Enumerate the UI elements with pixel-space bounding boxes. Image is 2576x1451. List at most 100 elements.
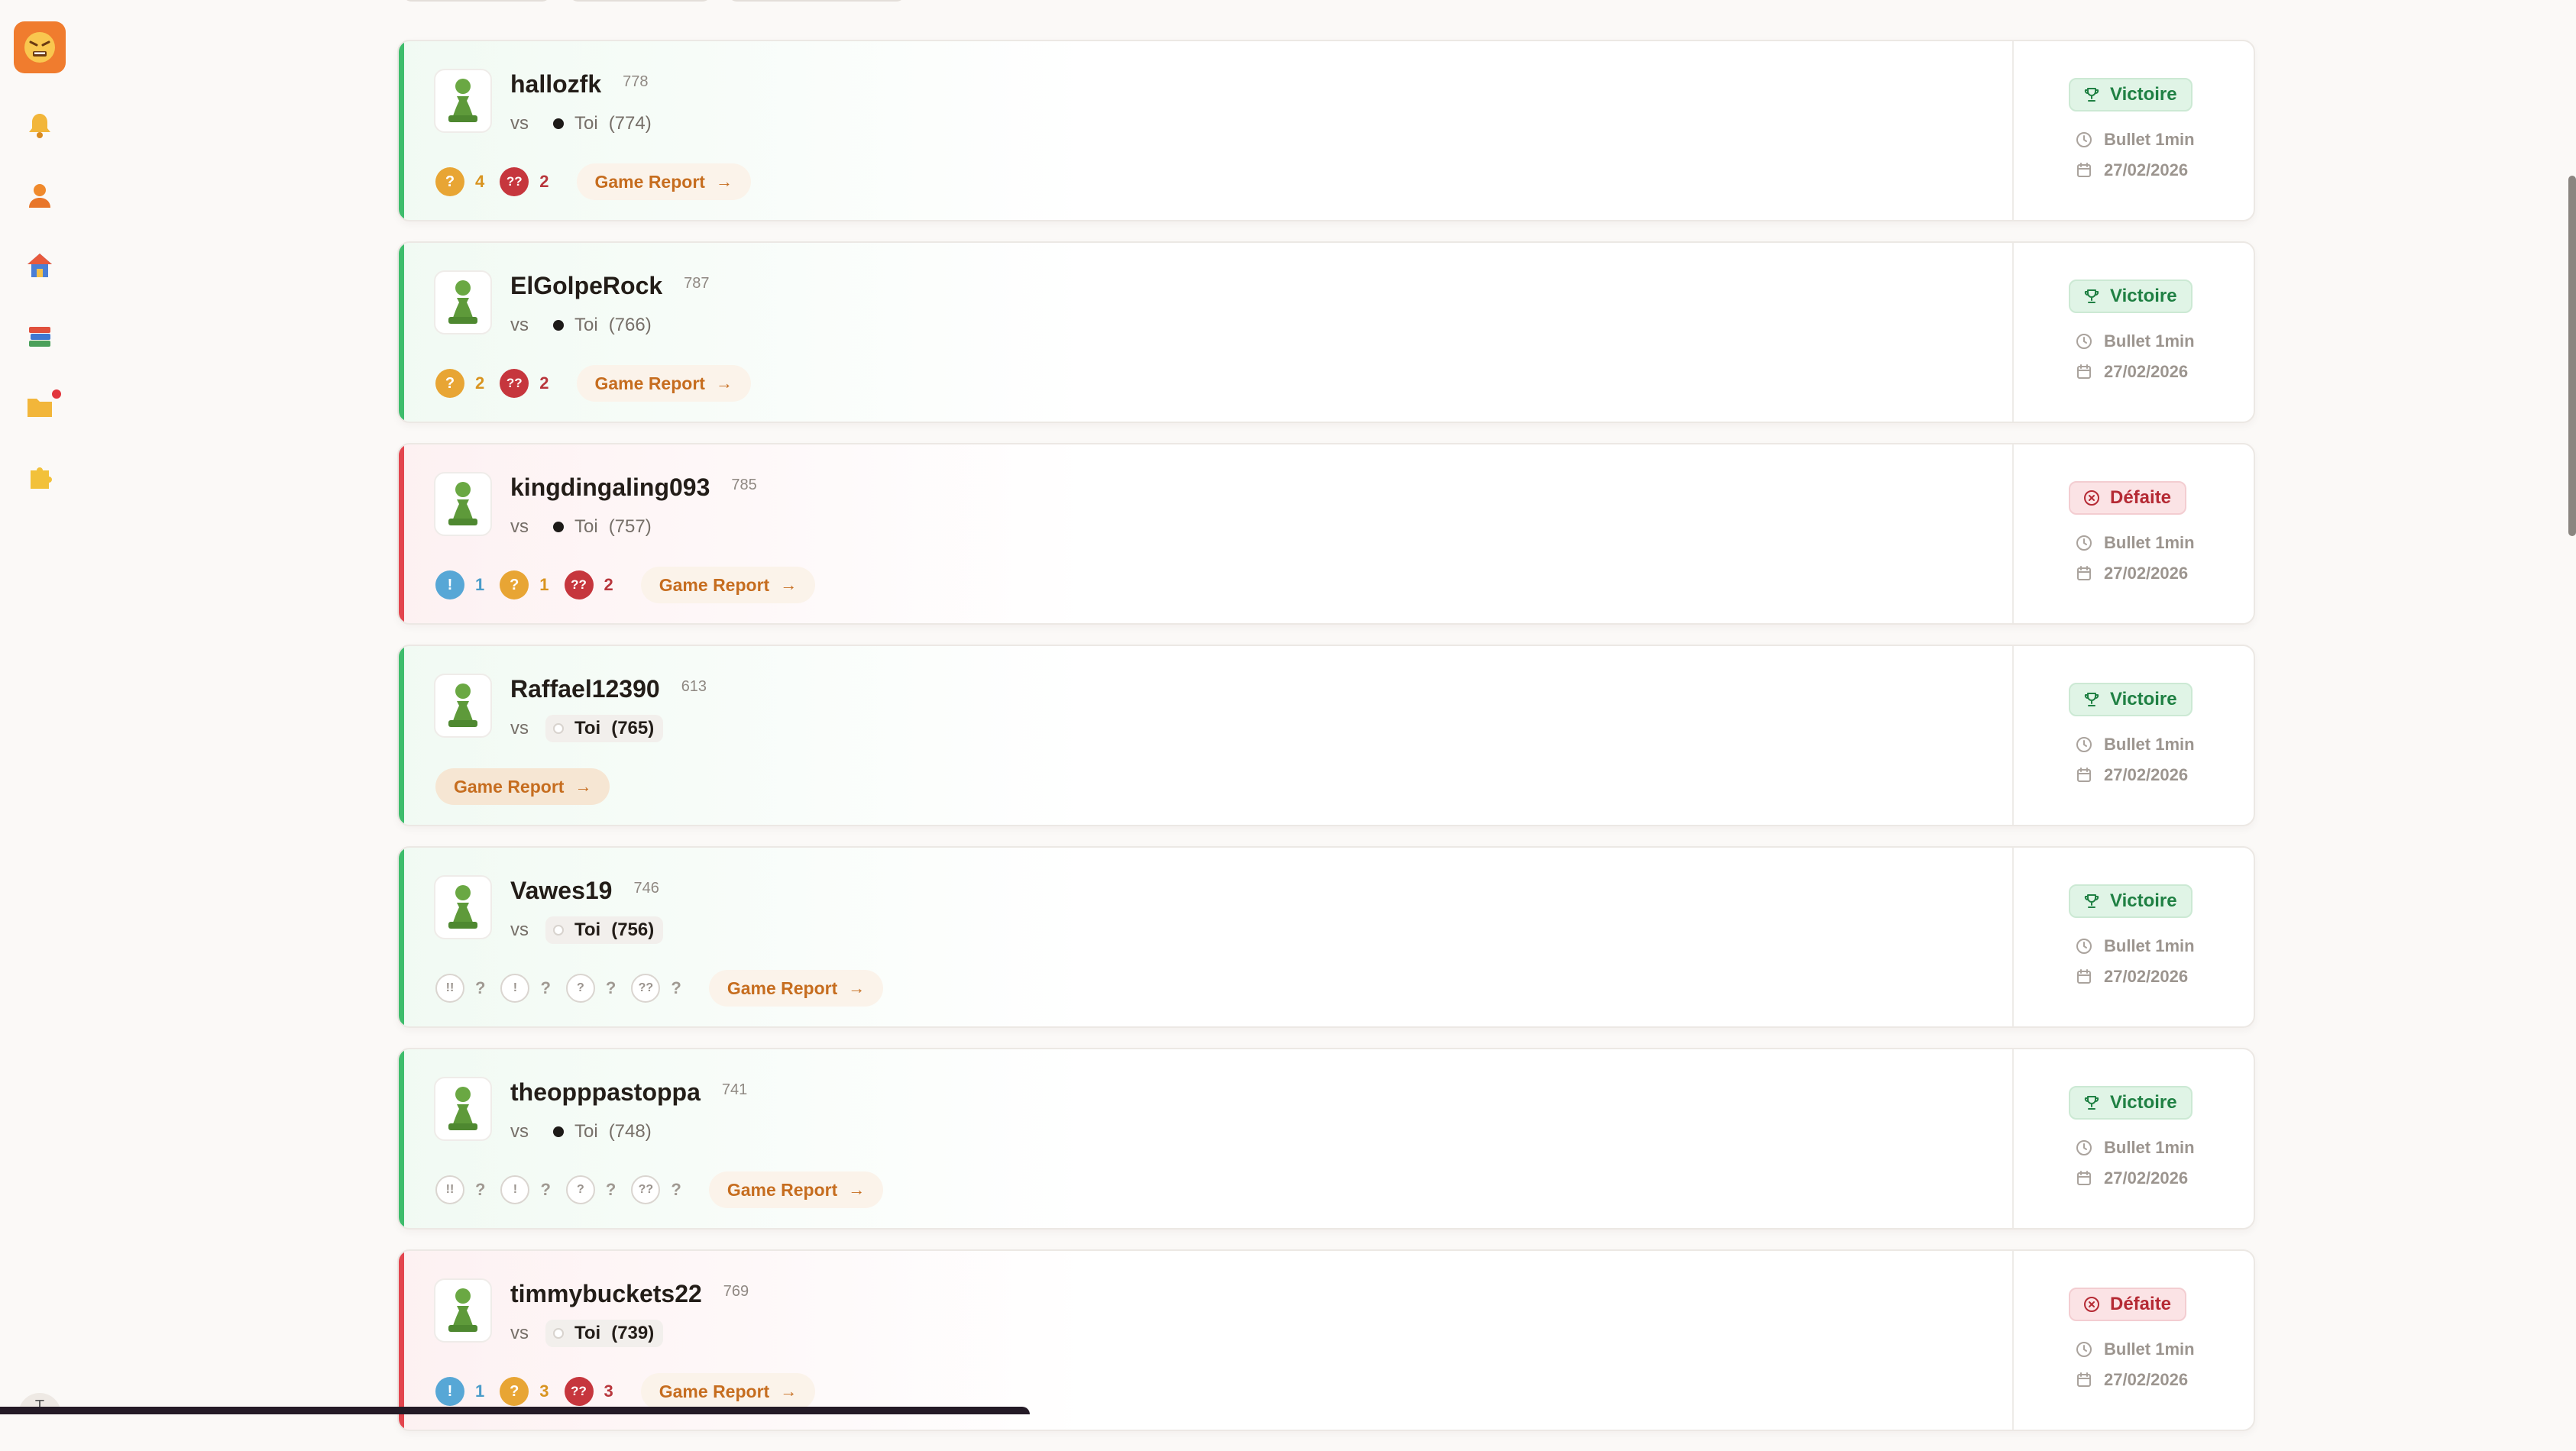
- notification-dot: [50, 388, 63, 400]
- result-label: Victoire: [2110, 84, 2177, 105]
- opponent-name[interactable]: timmybuckets22: [510, 1280, 702, 1307]
- result-label: Victoire: [2110, 286, 2177, 307]
- calendar-icon: [2075, 766, 2093, 784]
- opponent-name-row: hallozfk778: [510, 70, 649, 99]
- app-logo-icon[interactable]: [14, 21, 66, 73]
- move-quality-badge: ?: [566, 974, 595, 1003]
- player-line: vsToi(766): [510, 312, 661, 339]
- move-stats-row: Game Report→: [435, 768, 610, 805]
- move-quality-badge: ??: [631, 1175, 660, 1204]
- time-control: Bullet 1min: [2075, 533, 2195, 553]
- opponent-avatar: [434, 270, 492, 334]
- move-quality-badge: !: [435, 570, 464, 599]
- move-quality-count: ?: [671, 978, 681, 998]
- puzzle-icon[interactable]: [21, 458, 58, 495]
- move-stat-blunder: ??3: [565, 1377, 613, 1406]
- you-chip: Toi(739): [545, 1320, 663, 1347]
- game-report-label: Game Report: [659, 575, 769, 596]
- trophy-icon: [2082, 1094, 2101, 1112]
- opponent-name-row: timmybuckets22769: [510, 1280, 749, 1308]
- game-card[interactable]: ElGolpeRock787vsToi(766)?2??2Game Report…: [397, 241, 2255, 423]
- game-card[interactable]: hallozfk778vsToi(774)?4??2Game Report→Vi…: [397, 40, 2255, 221]
- you-rating: (748): [609, 1121, 652, 1142]
- game-report-button[interactable]: Game Report→: [577, 365, 751, 402]
- you-rating: (774): [609, 113, 652, 134]
- move-stat-mistake: ?2: [435, 369, 484, 398]
- game-report-label: Game Report: [727, 978, 837, 999]
- game-history-list: hallozfk778vsToi(774)?4??2Game Report→Vi…: [397, 40, 2255, 1451]
- move-quality-badge: ?: [500, 570, 529, 599]
- move-stat-mistake: ?1: [500, 570, 549, 599]
- move-stat-blunder: ??2: [500, 369, 549, 398]
- opponent-name[interactable]: ElGolpeRock: [510, 272, 662, 299]
- game-report-button[interactable]: Game Report→: [577, 163, 751, 200]
- x-circle-icon: [2082, 489, 2101, 507]
- move-quality-count: 2: [475, 373, 484, 393]
- card-divider: [2012, 243, 2014, 422]
- books-icon[interactable]: [21, 318, 58, 354]
- user-icon[interactable]: [21, 177, 58, 214]
- game-report-button[interactable]: Game Report→: [709, 1171, 883, 1208]
- clock-icon: [2075, 1340, 2093, 1359]
- time-control-label: Bullet 1min: [2104, 130, 2195, 150]
- game-card[interactable]: Vawes19746vsToi(756)!!?!??????Game Repor…: [397, 846, 2255, 1028]
- clock-icon: [2075, 332, 2093, 351]
- game-date-label: 27/02/2026: [2104, 1370, 2188, 1390]
- game-report-label: Game Report: [595, 172, 705, 192]
- card-divider: [2012, 1049, 2014, 1228]
- player-line: vsToi(757): [510, 513, 661, 541]
- time-control: Bullet 1min: [2075, 1340, 2195, 1359]
- game-card[interactable]: Raffael12390613vsToi(765)Game Report→Vic…: [397, 645, 2255, 826]
- house-icon[interactable]: [21, 247, 58, 284]
- pawn-icon: [444, 480, 482, 528]
- opponent-name[interactable]: kingdingaling093: [510, 473, 710, 501]
- result-label: Victoire: [2110, 1092, 2177, 1113]
- bell-icon[interactable]: [21, 107, 58, 144]
- game-card[interactable]: timmybuckets22769vsToi(739)!1?3??3Game R…: [397, 1249, 2255, 1431]
- opponent-name-row: kingdingaling093785: [510, 473, 757, 502]
- card-divider: [2012, 646, 2014, 825]
- you-label: Toi: [574, 315, 598, 336]
- move-stats-row: !!?!??????Game Report→: [435, 970, 883, 1007]
- pawn-icon: [444, 883, 482, 932]
- opponent-name[interactable]: Raffael12390: [510, 675, 660, 703]
- game-date: 27/02/2026: [2075, 564, 2188, 583]
- move-stat-mistake: ?3: [500, 1377, 549, 1406]
- player-line: vsToi(756): [510, 916, 663, 944]
- you-chip: Toi(765): [545, 715, 663, 742]
- opponent-name[interactable]: Vawes19: [510, 877, 612, 904]
- you-chip: Toi(748): [545, 1118, 661, 1146]
- game-card[interactable]: theopppastoppa741vsToi(748)!!?!??????Gam…: [397, 1048, 2255, 1230]
- game-report-button[interactable]: Game Report→: [435, 768, 610, 805]
- x-circle-icon: [2082, 1295, 2101, 1314]
- move-stat-empty: ??: [566, 1175, 616, 1204]
- game-card[interactable]: kingdingaling093785vsToi(757)!1?1??2Game…: [397, 443, 2255, 625]
- filter-chip[interactable]: [727, 0, 906, 2]
- move-quality-count: ?: [540, 1180, 550, 1200]
- opponent-name[interactable]: theopppastoppa: [510, 1078, 701, 1106]
- calendar-icon: [2075, 363, 2093, 381]
- game-report-button[interactable]: Game Report→: [641, 567, 815, 603]
- game-report-label: Game Report: [454, 777, 564, 797]
- game-report-label: Game Report: [659, 1382, 769, 1402]
- move-quality-badge: ??: [500, 369, 529, 398]
- game-report-button[interactable]: Game Report→: [641, 1373, 815, 1410]
- opponent-name-row: Raffael12390613: [510, 675, 707, 703]
- move-quality-badge: ?: [566, 1175, 595, 1204]
- player-line: vsToi(748): [510, 1118, 661, 1146]
- calendar-icon: [2075, 564, 2093, 583]
- pawn-icon: [444, 1084, 482, 1133]
- game-report-button[interactable]: Game Report→: [709, 970, 883, 1007]
- clock-icon: [2075, 735, 2093, 754]
- opponent-avatar: [434, 69, 492, 133]
- filter-chip[interactable]: [568, 0, 712, 2]
- filter-chip[interactable]: [402, 0, 552, 2]
- game-date: 27/02/2026: [2075, 1168, 2188, 1188]
- scrollbar-thumb[interactable]: [2568, 176, 2576, 536]
- clock-icon: [2075, 131, 2093, 149]
- you-label: Toi: [574, 113, 598, 134]
- opponent-name[interactable]: hallozfk: [510, 70, 601, 98]
- move-stat-blunder: ??2: [500, 167, 549, 196]
- move-quality-badge: ??: [500, 167, 529, 196]
- folder-icon[interactable]: [21, 388, 58, 425]
